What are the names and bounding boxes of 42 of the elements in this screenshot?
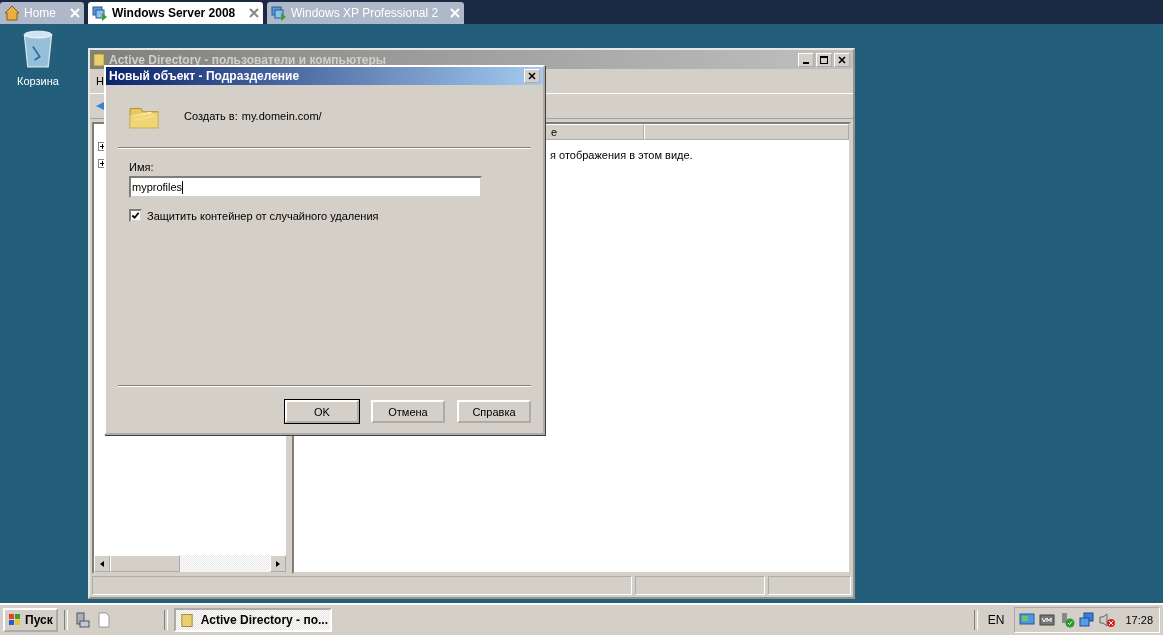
window-title: Active Directory - пользователи и компьютеры xyxy=(109,52,388,67)
close-icon[interactable] xyxy=(249,8,259,18)
maximize-icon xyxy=(819,54,829,65)
scroll-right-icon[interactable] xyxy=(274,559,282,568)
create-in-path: my.domein.com/ xyxy=(241,110,322,122)
network-icon[interactable] xyxy=(1079,612,1096,628)
taskbar-button[interactable]: Active Directory - по... xyxy=(173,608,332,632)
desktop-icon-label[interactable]: Корзина xyxy=(17,75,59,87)
minimize-button[interactable] xyxy=(798,52,814,67)
folder-icon xyxy=(180,612,193,628)
vm-icon xyxy=(92,5,108,21)
tab[interactable]: Windows Server 2008 xyxy=(88,2,263,24)
language-indicator[interactable]: EN xyxy=(983,613,1009,627)
close-button[interactable] xyxy=(524,69,540,83)
close-button[interactable] xyxy=(834,52,850,67)
scroll-left-icon[interactable] xyxy=(98,559,106,568)
house-icon xyxy=(4,5,20,21)
maximize-button[interactable] xyxy=(816,52,832,67)
name-field[interactable]: myprofiles xyxy=(129,176,482,198)
folder-icon xyxy=(93,52,105,67)
vm-icon xyxy=(271,5,287,21)
close-icon xyxy=(527,71,537,81)
dialog-button[interactable]: Отмена xyxy=(371,400,445,423)
vm-icon[interactable] xyxy=(1039,612,1056,628)
windows-logo-icon xyxy=(8,613,22,627)
monitor-icon[interactable] xyxy=(1019,612,1036,628)
menu-item[interactable]: Н xyxy=(94,75,106,87)
field-label: Имя: xyxy=(129,161,155,173)
checkbox-label[interactable]: Защитить контейнер от случайного удаления xyxy=(147,209,379,222)
dialog-button[interactable]: Справка xyxy=(457,400,531,423)
dialog-button[interactable]: OK xyxy=(285,400,359,423)
checkbox[interactable] xyxy=(129,209,142,222)
close-icon xyxy=(837,54,847,65)
create-in-label: Создать в: xyxy=(184,110,238,122)
horizontal-scrollbar[interactable] xyxy=(94,555,286,572)
clock[interactable]: 17:28 xyxy=(1125,614,1153,626)
dialog-title: Новый объект - Подразделение xyxy=(109,69,301,83)
start-button[interactable]: Пуск xyxy=(3,608,58,632)
usb-check-icon[interactable] xyxy=(1059,612,1076,628)
minimize-icon xyxy=(803,61,809,64)
empty-message: я отображения в этом виде. xyxy=(549,148,694,161)
speaker-muted-icon[interactable] xyxy=(1099,612,1116,628)
